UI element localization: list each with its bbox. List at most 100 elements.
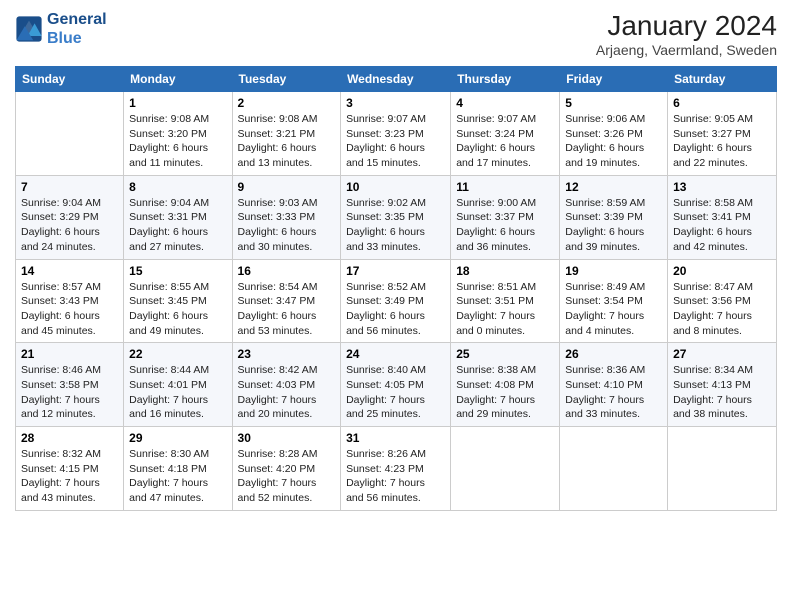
day-info: Sunrise: 8:55 AMSunset: 3:45 PMDaylight:… <box>129 280 226 339</box>
col-header-sunday: Sunday <box>16 67 124 92</box>
logo: General Blue <box>15 10 107 48</box>
day-info: Sunrise: 8:40 AMSunset: 4:05 PMDaylight:… <box>346 363 445 422</box>
day-cell: 23Sunrise: 8:42 AMSunset: 4:03 PMDayligh… <box>232 343 341 427</box>
day-info: Sunrise: 8:34 AMSunset: 4:13 PMDaylight:… <box>673 363 771 422</box>
day-cell: 27 Sunrise: 8:34 AMSunset: 4:13 PMDayligh… <box>668 343 777 427</box>
col-header-wednesday: Wednesday <box>341 67 451 92</box>
day-number: 11 <box>456 180 554 194</box>
week-row-4: 21 Sunrise: 8:46 AMSunset: 3:58 PMDayligh… <box>16 343 777 427</box>
day-cell: 1 Sunrise: 9:08 AMSunset: 3:20 PMDaylight… <box>124 92 232 176</box>
day-number: 18 <box>456 264 554 278</box>
title-block: January 2024 Arjaeng, Vaermland, Sweden <box>596 10 777 58</box>
day-cell <box>451 427 560 511</box>
day-number: 23 <box>238 347 336 361</box>
day-info: Sunrise: 8:28 AMSunset: 4:20 PMDaylight:… <box>238 447 336 506</box>
day-number: 28 <box>21 431 118 445</box>
day-number: 30 <box>238 431 336 445</box>
logo-icon <box>15 15 43 43</box>
day-cell <box>668 427 777 511</box>
main-title: January 2024 <box>596 10 777 42</box>
day-cell <box>560 427 668 511</box>
day-cell: 3Sunrise: 9:07 AMSunset: 3:23 PMDaylight… <box>341 92 451 176</box>
day-info: Sunrise: 9:02 AMSunset: 3:35 PMDaylight:… <box>346 196 445 255</box>
day-cell: 8Sunrise: 9:04 AMSunset: 3:31 PMDaylight… <box>124 175 232 259</box>
day-info: Sunrise: 9:04 AMSunset: 3:29 PMDaylight:… <box>21 196 118 255</box>
header: General Blue January 2024 Arjaeng, Vaerm… <box>15 10 777 58</box>
day-cell <box>16 92 124 176</box>
day-number: 26 <box>565 347 662 361</box>
day-cell: 19 Sunrise: 8:49 AMSunset: 3:54 PMDayligh… <box>560 259 668 343</box>
day-info: Sunrise: 8:44 AMSunset: 4:01 PMDaylight:… <box>129 363 226 422</box>
week-row-3: 14Sunrise: 8:57 AMSunset: 3:43 PMDayligh… <box>16 259 777 343</box>
day-info: Sunrise: 8:58 AMSunset: 3:41 PMDaylight:… <box>673 196 771 255</box>
day-info: Sunrise: 8:52 AMSunset: 3:49 PMDaylight:… <box>346 280 445 339</box>
day-info: Sunrise: 9:04 AMSunset: 3:31 PMDaylight:… <box>129 196 226 255</box>
day-info: Sunrise: 8:26 AMSunset: 4:23 PMDaylight:… <box>346 447 445 506</box>
day-number: 22 <box>129 347 226 361</box>
day-cell: 25Sunrise: 8:38 AMSunset: 4:08 PMDayligh… <box>451 343 560 427</box>
day-cell: 31Sunrise: 8:26 AMSunset: 4:23 PMDayligh… <box>341 427 451 511</box>
calendar-table: SundayMondayTuesdayWednesdayThursdayFrid… <box>15 66 777 511</box>
day-info: Sunrise: 9:06 AMSunset: 3:26 PMDaylight:… <box>565 112 662 171</box>
day-number: 17 <box>346 264 445 278</box>
day-info: Sunrise: 8:47 AMSunset: 3:56 PMDaylight:… <box>673 280 771 339</box>
day-number: 7 <box>21 180 118 194</box>
day-cell: 18 Sunrise: 8:51 AMSunset: 3:51 PMDayligh… <box>451 259 560 343</box>
day-number: 24 <box>346 347 445 361</box>
day-cell: 12 Sunrise: 8:59 AMSunset: 3:39 PMDayligh… <box>560 175 668 259</box>
col-header-friday: Friday <box>560 67 668 92</box>
day-cell: 26 Sunrise: 8:36 AMSunset: 4:10 PMDayligh… <box>560 343 668 427</box>
day-cell: 5 Sunrise: 9:06 AMSunset: 3:26 PMDaylight… <box>560 92 668 176</box>
day-info: Sunrise: 8:59 AMSunset: 3:39 PMDaylight:… <box>565 196 662 255</box>
day-number: 14 <box>21 264 118 278</box>
day-info: Sunrise: 8:49 AMSunset: 3:54 PMDaylight:… <box>565 280 662 339</box>
day-cell: 14Sunrise: 8:57 AMSunset: 3:43 PMDayligh… <box>16 259 124 343</box>
day-info: Sunrise: 8:36 AMSunset: 4:10 PMDaylight:… <box>565 363 662 422</box>
day-info: Sunrise: 9:05 AMSunset: 3:27 PMDaylight:… <box>673 112 771 171</box>
day-number: 4 <box>456 96 554 110</box>
day-number: 15 <box>129 264 226 278</box>
day-number: 21 <box>21 347 118 361</box>
day-number: 27 <box>673 347 771 361</box>
logo-text: General Blue <box>47 10 107 48</box>
day-number: 16 <box>238 264 336 278</box>
day-info: Sunrise: 8:32 AMSunset: 4:15 PMDaylight:… <box>21 447 118 506</box>
day-cell: 4Sunrise: 9:07 AMSunset: 3:24 PMDaylight… <box>451 92 560 176</box>
day-number: 3 <box>346 96 445 110</box>
day-info: Sunrise: 9:03 AMSunset: 3:33 PMDaylight:… <box>238 196 336 255</box>
day-number: 29 <box>129 431 226 445</box>
day-info: Sunrise: 8:54 AMSunset: 3:47 PMDaylight:… <box>238 280 336 339</box>
day-number: 12 <box>565 180 662 194</box>
day-cell: 2Sunrise: 9:08 AMSunset: 3:21 PMDaylight… <box>232 92 341 176</box>
day-number: 2 <box>238 96 336 110</box>
day-number: 19 <box>565 264 662 278</box>
day-number: 1 <box>129 96 226 110</box>
day-info: Sunrise: 8:46 AMSunset: 3:58 PMDaylight:… <box>21 363 118 422</box>
day-number: 5 <box>565 96 662 110</box>
week-row-1: 1 Sunrise: 9:08 AMSunset: 3:20 PMDaylight… <box>16 92 777 176</box>
col-header-tuesday: Tuesday <box>232 67 341 92</box>
week-row-2: 7 Sunrise: 9:04 AMSunset: 3:29 PMDaylight… <box>16 175 777 259</box>
day-cell: 7 Sunrise: 9:04 AMSunset: 3:29 PMDaylight… <box>16 175 124 259</box>
day-cell: 9 Sunrise: 9:03 AMSunset: 3:33 PMDaylight… <box>232 175 341 259</box>
day-info: Sunrise: 8:51 AMSunset: 3:51 PMDaylight:… <box>456 280 554 339</box>
day-cell: 13 Sunrise: 8:58 AMSunset: 3:41 PMDayligh… <box>668 175 777 259</box>
day-info: Sunrise: 9:08 AMSunset: 3:20 PMDaylight:… <box>129 112 226 171</box>
page: General Blue January 2024 Arjaeng, Vaerm… <box>0 0 792 612</box>
day-cell: 22 Sunrise: 8:44 AMSunset: 4:01 PMDayligh… <box>124 343 232 427</box>
day-cell: 11Sunrise: 9:00 AMSunset: 3:37 PMDayligh… <box>451 175 560 259</box>
day-number: 10 <box>346 180 445 194</box>
subtitle: Arjaeng, Vaermland, Sweden <box>596 42 777 58</box>
day-number: 6 <box>673 96 771 110</box>
day-number: 9 <box>238 180 336 194</box>
day-cell: 17 Sunrise: 8:52 AMSunset: 3:49 PMDayligh… <box>341 259 451 343</box>
day-cell: 29 Sunrise: 8:30 AMSunset: 4:18 PMDayligh… <box>124 427 232 511</box>
day-cell: 20Sunrise: 8:47 AMSunset: 3:56 PMDayligh… <box>668 259 777 343</box>
day-cell: 30 Sunrise: 8:28 AMSunset: 4:20 PMDayligh… <box>232 427 341 511</box>
day-info: Sunrise: 8:38 AMSunset: 4:08 PMDaylight:… <box>456 363 554 422</box>
day-cell: 24 Sunrise: 8:40 AMSunset: 4:05 PMDayligh… <box>341 343 451 427</box>
day-info: Sunrise: 8:30 AMSunset: 4:18 PMDaylight:… <box>129 447 226 506</box>
day-number: 13 <box>673 180 771 194</box>
col-header-monday: Monday <box>124 67 232 92</box>
day-cell: 21 Sunrise: 8:46 AMSunset: 3:58 PMDayligh… <box>16 343 124 427</box>
